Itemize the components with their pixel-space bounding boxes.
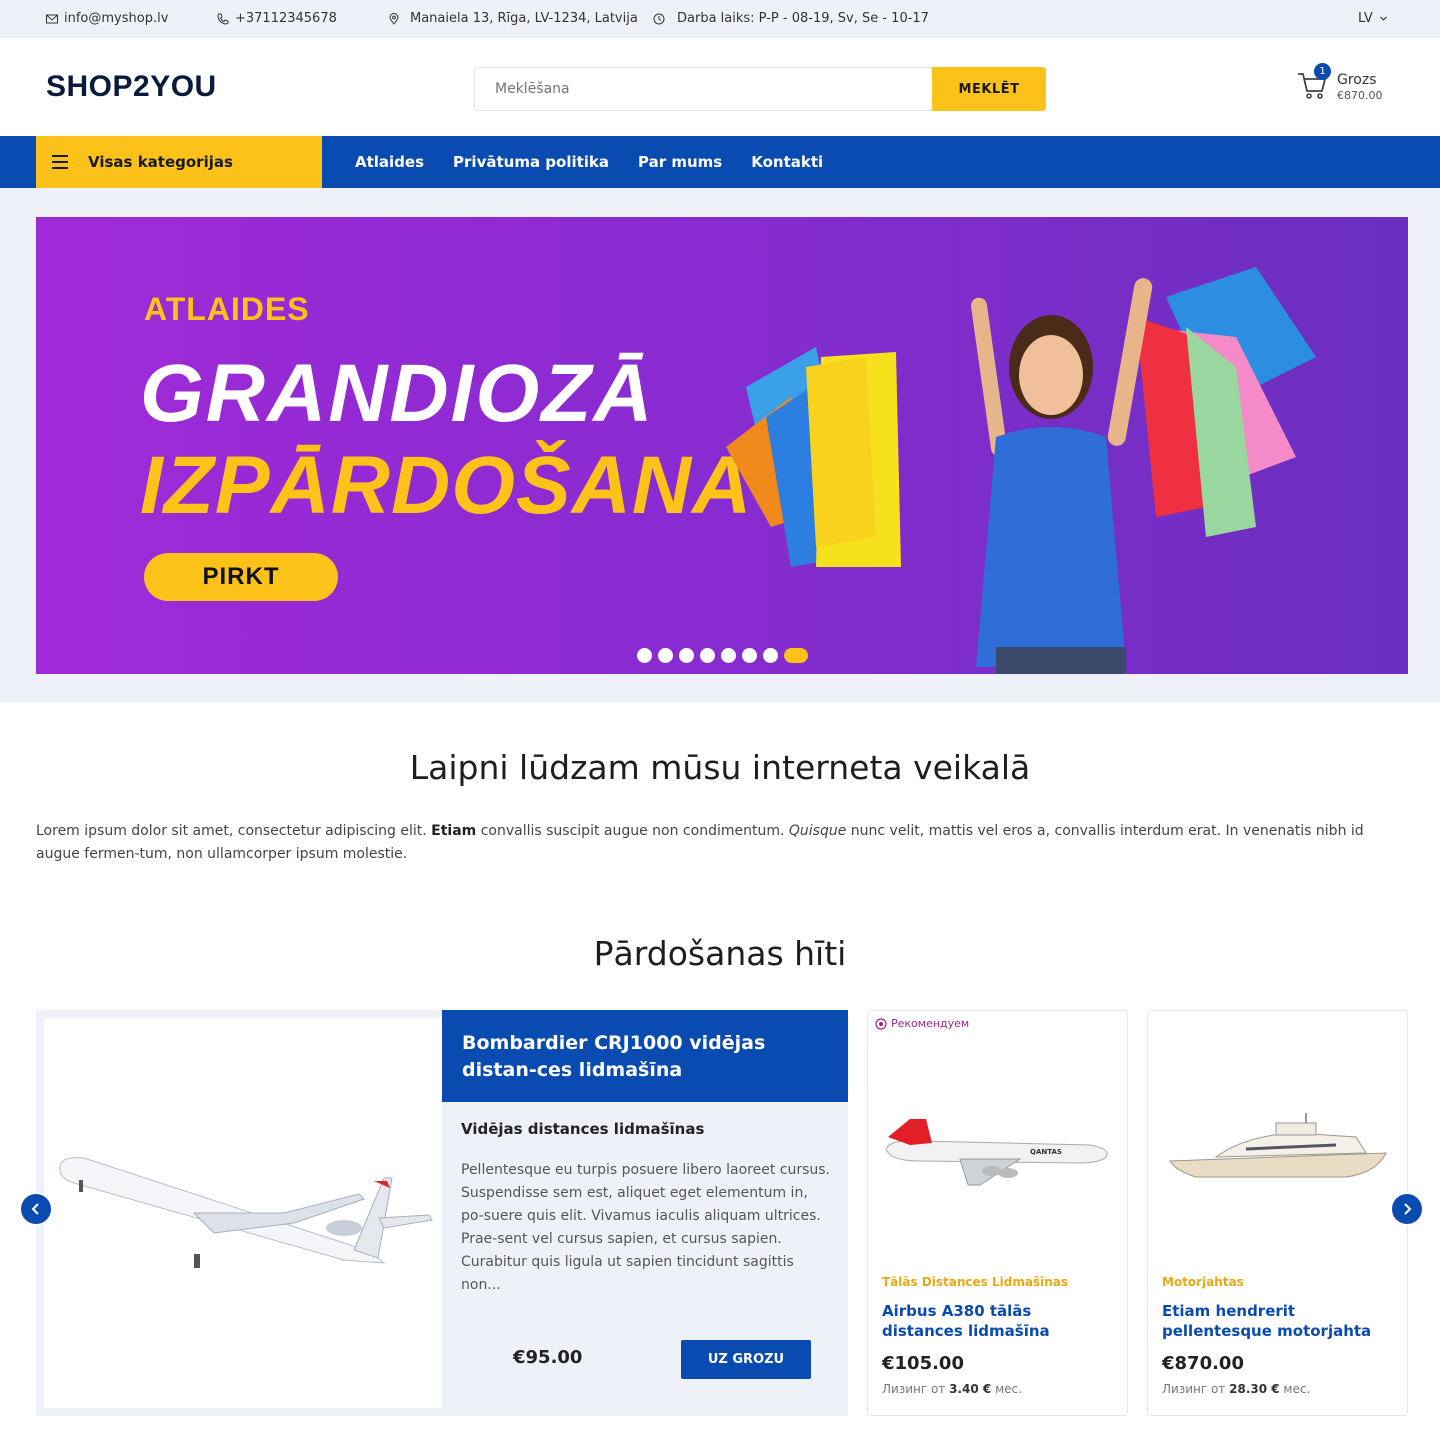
top-info-bar: info@myshop.lv +37112345678 Manaiela 13,… [0,0,1440,38]
phone-contact[interactable]: +37112345678 [217,11,337,26]
welcome-text: Lorem ipsum dolor sit amet, consectetur … [36,820,1408,866]
product-price: €870.00 [1162,1353,1244,1374]
lease-prefix: Лизинг от [1162,1382,1230,1396]
chevron-left-icon [31,1203,39,1215]
email-text: info@myshop.lv [64,11,169,26]
lease-prefix: Лизинг от [882,1382,950,1396]
product-lease-info: Лизинг от 3.40 € мес. [882,1382,1022,1396]
mail-icon [46,14,58,23]
nav-link-contacts[interactable]: Kontakti [751,153,823,171]
all-categories-button[interactable]: Visas kategorijas [36,136,322,188]
phone-text: +37112345678 [235,11,337,26]
address-text: Manaiela 13, Rīga, LV-1234, Latvija [410,11,638,26]
language-selector[interactable]: LV [1358,11,1388,26]
search-bar: MEKLĒT [474,67,1046,111]
nav-link-privacy-policy[interactable]: Privātuma politika [453,153,609,171]
featured-product-category: Vidējas distances lidmašīnas [461,1120,705,1138]
lease-amount: 28.30 € [1229,1382,1280,1396]
cart-count-badge: 1 [1314,63,1331,80]
slider-dot[interactable] [658,648,673,663]
featured-product-title[interactable]: Bombardier CRJ1000 vidējas distan-ces li… [442,1010,848,1102]
regional-jet-image [59,1157,433,1268]
hero-section: ATLAIDES GRANDIOZĀ IZPĀRDOŠANA PIRKT [0,188,1440,702]
carousel-next-button[interactable] [1390,1192,1424,1226]
slider-dot[interactable] [763,648,778,663]
slider-pagination [637,648,808,663]
featured-product-description: Pellentesque eu turpis posuere libero la… [461,1162,830,1293]
featured-product-image[interactable] [44,1018,442,1408]
welcome-text-part2: convallis suscipit augue non condimentum… [476,823,789,839]
product-price: €105.00 [882,1353,964,1374]
cart-widget[interactable]: 1 Grozs €870.00 [1297,63,1397,106]
nav-links: Atlaides Privātuma politika Par mums Kon… [355,136,823,188]
chevron-right-icon [1404,1203,1412,1215]
welcome-text-italic: Quisque [788,823,847,839]
main-navigation: Visas kategorijas Atlaides Privātuma pol… [0,136,1440,188]
hours-info: Darba laiks: P-P - 08-19, Sv, Se - 10-17 [653,11,929,26]
recommended-badge-label: Рекомендуем [891,1017,970,1030]
slider-dot[interactable] [742,648,757,663]
address-info: Manaiela 13, Rīga, LV-1234, Latvija [388,11,638,26]
recommend-icon [875,1017,887,1030]
slider-dot[interactable] [700,648,715,663]
welcome-title: Laipni lūdzam mūsu interneta veikalā [409,748,1031,787]
product-category[interactable]: Motorjahtas [1162,1275,1244,1289]
lease-suffix: мес. [1279,1382,1311,1396]
hero-banner[interactable]: ATLAIDES GRANDIOZĀ IZPĀRDOŠANA PIRKT [36,217,1408,674]
cart-total: €870.00 [1337,89,1383,102]
hero-kicker: ATLAIDES [144,291,310,327]
product-name[interactable]: Etiam hendrerit pellentesque motorjahta [1162,1301,1397,1341]
product-name[interactable]: Airbus A380 tālās distances lidmašīna [882,1301,1117,1341]
search-button[interactable]: MEKLĒT [932,67,1046,111]
hero-headline-line2: IZPĀRDOŠANA [140,440,753,531]
slider-dot[interactable] [679,648,694,663]
hero-shop-button[interactable]: PIRKT [144,553,338,601]
language-label: LV [1358,11,1373,26]
featured-product-price: €95.00 [513,1347,583,1368]
svg-text:QANTAS: QANTAS [1030,1148,1062,1156]
lease-suffix: мес. [991,1382,1022,1396]
hours-text: Darba laiks: P-P - 08-19, Sv, Se - 10-17 [677,11,929,26]
clock-icon [653,13,665,24]
welcome-text-part1: Lorem ipsum dolor sit amet, consectetur … [36,823,432,839]
airliner-image: QANTAS [885,1119,1108,1186]
add-to-cart-button[interactable]: UZ GROZU [681,1340,811,1379]
product-card[interactable]: Motorjahtas Etiam hendrerit pellentesque… [1147,1010,1408,1416]
hamburger-menu-icon [52,155,68,169]
nav-link-discounts[interactable]: Atlaides [355,153,424,171]
shopping-woman-image [726,267,1316,674]
site-logo[interactable]: SHOP2YOU [46,70,217,104]
featured-product: Bombardier CRJ1000 vidējas distan-ces li… [36,1010,848,1416]
cart-label: Grozs [1337,72,1377,88]
all-categories-label: Visas kategorijas [88,153,233,171]
product-lease-info: Лизинг от 28.30 € мес. [1162,1382,1310,1396]
hero-headline-line1: GRANDIOZĀ [140,348,655,439]
welcome-text-bold: Etiam [431,823,477,839]
motor-yacht-image [1169,1113,1387,1178]
nav-link-about-us[interactable]: Par mums [638,153,722,171]
product-card[interactable]: Рекомендуем QANTAS Tālās Distances Lidma… [867,1010,1128,1416]
lease-amount: 3.40 € [949,1382,992,1396]
slider-dot[interactable] [721,648,736,663]
recommended-badge: Рекомендуем [875,1017,969,1030]
email-contact[interactable]: info@myshop.lv [46,11,168,26]
slider-dot[interactable] [637,648,652,663]
slider-dot-active[interactable] [784,648,808,663]
search-input[interactable] [474,67,932,111]
bestsellers-title: Pārdošanas hīti [593,934,847,973]
phone-icon [217,13,229,25]
product-category[interactable]: Tālās Distances Lidmašīnas [882,1275,1068,1289]
carousel-prev-button[interactable] [19,1192,53,1226]
chevron-down-icon [1379,16,1387,21]
location-pin-icon [389,12,399,25]
